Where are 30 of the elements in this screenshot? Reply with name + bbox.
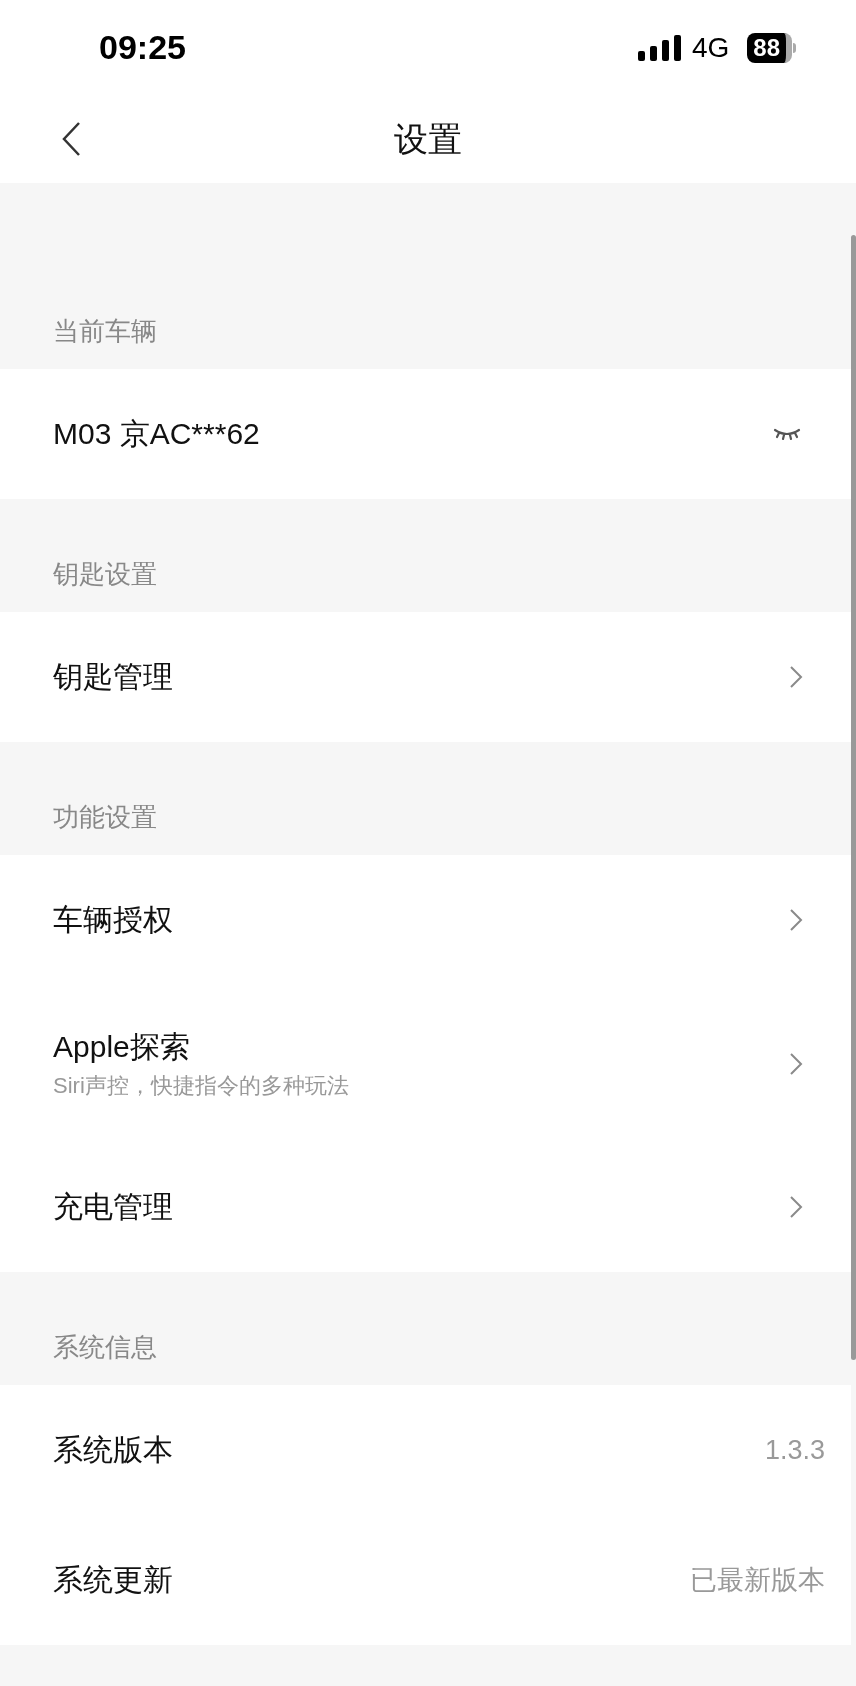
row-label: 充电管理 <box>53 1189 174 1226</box>
chevron-right-icon <box>789 665 803 689</box>
settings-row[interactable]: 钥匙管理 <box>0 612 851 742</box>
section-header: 系统信息 <box>53 1331 157 1364</box>
row-value: 1.3.3 <box>764 1433 825 1467</box>
row-subtitle: Siri声控，快捷指令的多种玩法 <box>53 1071 350 1099</box>
row-label: 系统版本 <box>53 1432 174 1469</box>
settings-row[interactable]: M03 京AC***62 <box>0 369 851 499</box>
chevron-right-icon <box>789 1051 803 1076</box>
network-label: 4G <box>691 30 730 65</box>
section-header: 钥匙设置 <box>53 558 157 591</box>
chevron-right-icon <box>789 1195 803 1219</box>
row-label: Apple探索 <box>53 1029 191 1065</box>
closed-eye-icon[interactable] <box>773 427 801 441</box>
row-value: 已最新版本 <box>690 1563 825 1597</box>
row-label: 车辆授权 <box>53 902 174 939</box>
chevron-right-icon <box>789 908 803 932</box>
settings-row[interactable]: 系统版本 1.3.3 <box>0 1385 851 1515</box>
section-header: 功能设置 <box>53 801 157 834</box>
settings-row[interactable]: Apple探索 Siri声控，快捷指令的多种玩法 <box>0 985 851 1142</box>
signal-icon <box>637 34 682 61</box>
settings-row[interactable]: 车辆授权 <box>0 855 851 985</box>
row-label: M03 京AC***62 <box>53 416 261 453</box>
status-time: 09:25 <box>99 27 186 68</box>
settings-row[interactable]: 系统更新 已最新版本 <box>0 1515 851 1645</box>
row-label: 系统更新 <box>53 1562 174 1599</box>
settings-row[interactable]: 充电管理 <box>0 1142 851 1272</box>
page-title: 设置 <box>394 118 462 160</box>
row-label: 钥匙管理 <box>53 659 174 696</box>
section-header: 当前车辆 <box>53 315 157 348</box>
